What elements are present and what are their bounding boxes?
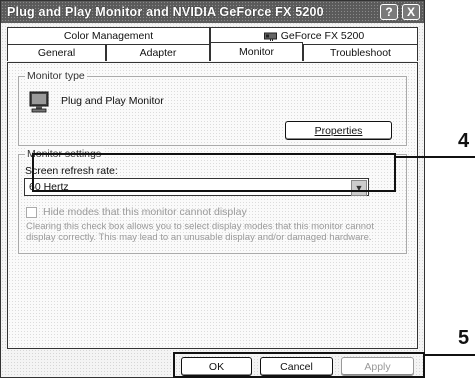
tab-monitor[interactable]: Monitor bbox=[210, 42, 303, 61]
monitor-tab-panel: Monitor type Plug and Play Monitor Prope… bbox=[7, 62, 418, 349]
nvidia-card-icon bbox=[263, 32, 277, 41]
callout-line-4 bbox=[396, 156, 475, 158]
tab-label: GeForce FX 5200 bbox=[280, 30, 365, 42]
window-title: Plug and Play Monitor and NVIDIA GeForce… bbox=[7, 5, 324, 19]
hide-modes-checkbox[interactable] bbox=[26, 207, 37, 218]
title-bar[interactable]: Plug and Play Monitor and NVIDIA GeForce… bbox=[1, 1, 424, 23]
tab-color-management[interactable]: Color Management bbox=[7, 27, 210, 44]
tab-label: Monitor bbox=[238, 46, 274, 58]
buttons-highlight bbox=[173, 352, 425, 378]
tab-row-bottom: General Adapter Monitor Troubleshoot bbox=[7, 42, 418, 61]
close-button[interactable]: X bbox=[402, 4, 420, 20]
tab-label: Troubleshoot bbox=[330, 47, 391, 59]
tab-label: Color Management bbox=[63, 30, 154, 42]
tab-label: General bbox=[37, 47, 76, 59]
monitor-type-group: Monitor type Plug and Play Monitor Prope… bbox=[18, 70, 407, 146]
tab-general[interactable]: General bbox=[7, 44, 106, 61]
refresh-rate-highlight bbox=[32, 153, 396, 192]
hide-modes-label: Hide modes that this monitor cannot disp… bbox=[43, 206, 247, 218]
monitor-name: Plug and Play Monitor bbox=[61, 95, 164, 107]
callout-number-4: 4 bbox=[458, 130, 470, 152]
tab-adapter[interactable]: Adapter bbox=[106, 44, 210, 61]
tab-troubleshoot[interactable]: Troubleshoot bbox=[303, 44, 418, 61]
properties-button[interactable]: Properties bbox=[285, 121, 392, 140]
help-button[interactable]: ? bbox=[380, 4, 398, 20]
hide-modes-description: Clearing this check box allows you to se… bbox=[26, 221, 374, 243]
tab-label: Adapter bbox=[139, 47, 177, 59]
callout-line-5 bbox=[425, 354, 475, 356]
monitor-icon bbox=[29, 91, 51, 113]
properties-button-label: Properties bbox=[314, 124, 363, 137]
monitor-type-legend: Monitor type bbox=[25, 70, 87, 82]
callout-number-5: 5 bbox=[458, 327, 470, 349]
